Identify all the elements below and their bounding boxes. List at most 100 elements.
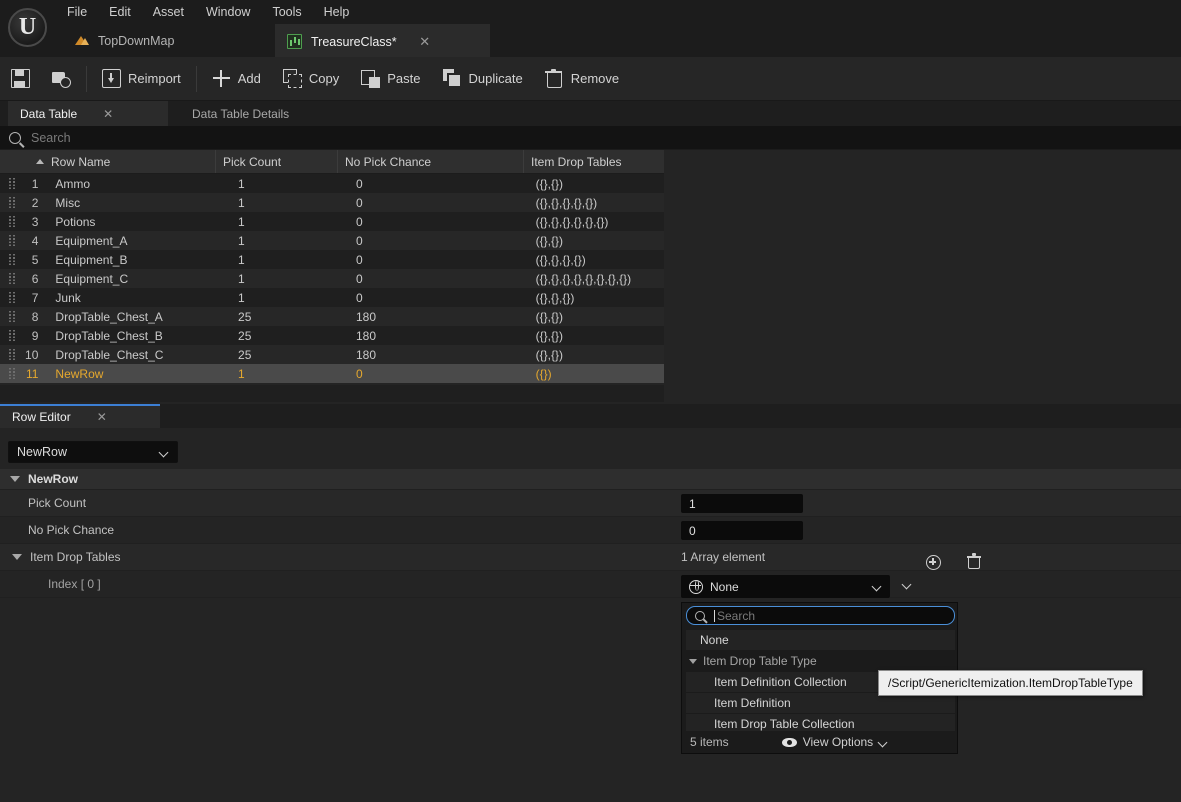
menu-window[interactable]: Window — [195, 1, 261, 23]
row-drag-handle-icon[interactable] — [0, 307, 22, 326]
menu-asset[interactable]: Asset — [142, 1, 195, 23]
no-pick-chance-input[interactable]: 0 — [681, 521, 803, 540]
row-drag-handle-icon[interactable] — [0, 345, 22, 364]
row-name-cell: Equipment_B — [55, 252, 128, 267]
expand-triangle-icon[interactable] — [689, 658, 697, 664]
pick-count-cell: 1 — [238, 195, 245, 210]
no-pick-chance-cell: 0 — [355, 233, 363, 248]
table-row-selected[interactable]: 11 NewRow 1 0 ({}) — [0, 364, 664, 383]
row-drag-handle-icon[interactable] — [0, 326, 22, 345]
close-icon[interactable]: ✕ — [419, 35, 431, 48]
row-name-cell: NewRow — [55, 366, 104, 381]
data-table-bottom-strip — [0, 385, 664, 402]
item-drop-tables-cell: ({},{},{},{},{}) — [535, 195, 598, 210]
column-header-row-name[interactable]: Row Name — [22, 150, 216, 173]
row-drag-handle-icon[interactable] — [0, 364, 22, 383]
unreal-engine-logo-icon[interactable]: U — [8, 8, 47, 47]
table-row[interactable]: 4 Equipment_A 1 0 ({},{}) — [0, 231, 664, 250]
no-pick-chance-cell: 0 — [355, 290, 363, 305]
row-drag-handle-icon[interactable] — [0, 174, 22, 193]
menu-help[interactable]: Help — [313, 1, 361, 23]
duplicate-button[interactable]: Duplicate — [432, 57, 534, 101]
row-drag-handle-icon[interactable] — [0, 269, 22, 288]
close-icon[interactable]: ✕ — [97, 410, 107, 424]
tab-label: Data Table — [20, 106, 78, 121]
row-drag-handle-icon[interactable] — [0, 231, 22, 250]
menu-tools[interactable]: Tools — [261, 1, 312, 23]
asset-tab-treasureclass[interactable]: TreasureClass* ✕ — [275, 24, 490, 57]
property-options-chevron-down-icon[interactable] — [903, 580, 912, 589]
tab-label: Row Editor — [12, 410, 71, 424]
row-name-cell: Misc — [55, 195, 81, 210]
ue-logo-glyph: U — [18, 13, 37, 40]
remove-button[interactable]: Remove — [534, 57, 630, 101]
row-name-cell: Junk — [55, 290, 81, 305]
browse-to-asset-button[interactable] — [41, 57, 82, 101]
menu-file[interactable]: File — [56, 1, 98, 23]
menu-edit[interactable]: Edit — [98, 1, 142, 23]
asset-tab-topdownmap[interactable]: TopDownMap — [62, 24, 189, 57]
expand-triangle-icon[interactable] — [10, 476, 20, 482]
add-button[interactable]: Add — [201, 57, 272, 101]
row-selector-dropdown[interactable]: NewRow — [8, 441, 178, 463]
panel-tab-bar: Data Table ✕ Data Table Details — [0, 101, 1181, 126]
add-element-icon[interactable] — [925, 554, 941, 570]
row-name-cell: Ammo — [55, 176, 91, 191]
dropdown-search-field[interactable]: Search — [686, 606, 955, 625]
paste-button[interactable]: Paste — [350, 57, 431, 101]
row-drag-handle-icon[interactable] — [0, 288, 22, 307]
data-table-search-bar[interactable]: Search — [0, 126, 1181, 150]
data-table-body: 1 Ammo 1 0 ({},{}) 2 Misc 1 0 ({},{},{},… — [0, 174, 664, 383]
table-row[interactable]: 5 Equipment_B 1 0 ({},{},{},{}) — [0, 250, 664, 269]
column-label: Row Name — [51, 154, 111, 169]
reimport-label: Reimport — [128, 71, 181, 86]
row-index: 8 — [31, 309, 39, 324]
dropdown-group-item-drop-table-type[interactable]: Item Drop Table Type — [686, 651, 955, 671]
no-pick-chance-cell: 180 — [355, 347, 376, 362]
browse-folder-search-icon — [52, 69, 71, 88]
tab-data-table-details[interactable]: Data Table Details — [180, 101, 301, 126]
object-asset-picker[interactable]: None — [681, 575, 890, 598]
column-header-item-drop-tables[interactable]: Item Drop Tables — [524, 150, 664, 173]
item-drop-tables-cell: ({},{},{},{},{},{},{},{}) — [535, 271, 632, 286]
column-header-pick-count[interactable]: Pick Count — [216, 150, 338, 173]
row-name-cell: DropTable_Chest_B — [55, 328, 163, 343]
asset-tab-bar: TopDownMap TreasureClass* ✕ — [0, 24, 1181, 57]
copy-button[interactable]: Copy — [272, 57, 350, 101]
duplicate-icon — [442, 69, 462, 88]
table-row[interactable]: 6 Equipment_C 1 0 ({},{},{},{},{},{},{},… — [0, 269, 664, 288]
tab-data-table[interactable]: Data Table ✕ — [8, 101, 168, 126]
row-drag-handle-icon[interactable] — [0, 212, 22, 231]
view-options-label: View Options — [802, 735, 874, 749]
pick-count-input[interactable]: 1 — [681, 494, 803, 513]
table-row[interactable]: 2 Misc 1 0 ({},{},{},{},{}) — [0, 193, 664, 212]
save-button[interactable] — [0, 57, 41, 101]
row-drag-handle-icon[interactable] — [0, 193, 22, 212]
dropdown-search-input[interactable]: Search — [717, 609, 755, 623]
item-drop-tables-cell: ({},{}) — [535, 347, 564, 362]
table-row[interactable]: 9 DropTable_Chest_B 25 180 ({},{}) — [0, 326, 664, 345]
table-row[interactable]: 7 Junk 1 0 ({},{},{}) — [0, 288, 664, 307]
trash-icon — [544, 69, 564, 88]
tab-row-editor[interactable]: Row Editor ✕ — [0, 404, 160, 428]
property-label: No Pick Chance — [28, 523, 115, 537]
reimport-button[interactable]: Reimport — [91, 57, 192, 101]
row-drag-handle-icon[interactable] — [0, 250, 22, 269]
dropdown-option-item-definition[interactable]: Item Definition — [686, 693, 955, 713]
view-options-button[interactable]: View Options — [781, 735, 888, 749]
chevron-down-icon[interactable] — [873, 582, 882, 591]
column-header-handle — [0, 150, 22, 173]
column-header-no-pick-chance[interactable]: No Pick Chance — [338, 150, 524, 173]
pick-count-cell: 1 — [238, 366, 245, 381]
dropdown-option-none[interactable]: None — [686, 630, 955, 650]
category-header-newrow[interactable]: NewRow — [0, 469, 1181, 490]
search-input[interactable]: Search — [31, 131, 71, 145]
delete-all-elements-icon[interactable] — [966, 553, 981, 569]
pick-count-cell: 1 — [238, 271, 245, 286]
table-row[interactable]: 1 Ammo 1 0 ({},{}) — [0, 174, 664, 193]
table-row[interactable]: 10 DropTable_Chest_C 25 180 ({},{}) — [0, 345, 664, 364]
table-row[interactable]: 8 DropTable_Chest_A 25 180 ({},{}) — [0, 307, 664, 326]
expand-triangle-icon[interactable] — [12, 554, 22, 560]
table-row[interactable]: 3 Potions 1 0 ({},{},{},{},{},{}) — [0, 212, 664, 231]
close-icon[interactable]: ✕ — [103, 107, 113, 121]
